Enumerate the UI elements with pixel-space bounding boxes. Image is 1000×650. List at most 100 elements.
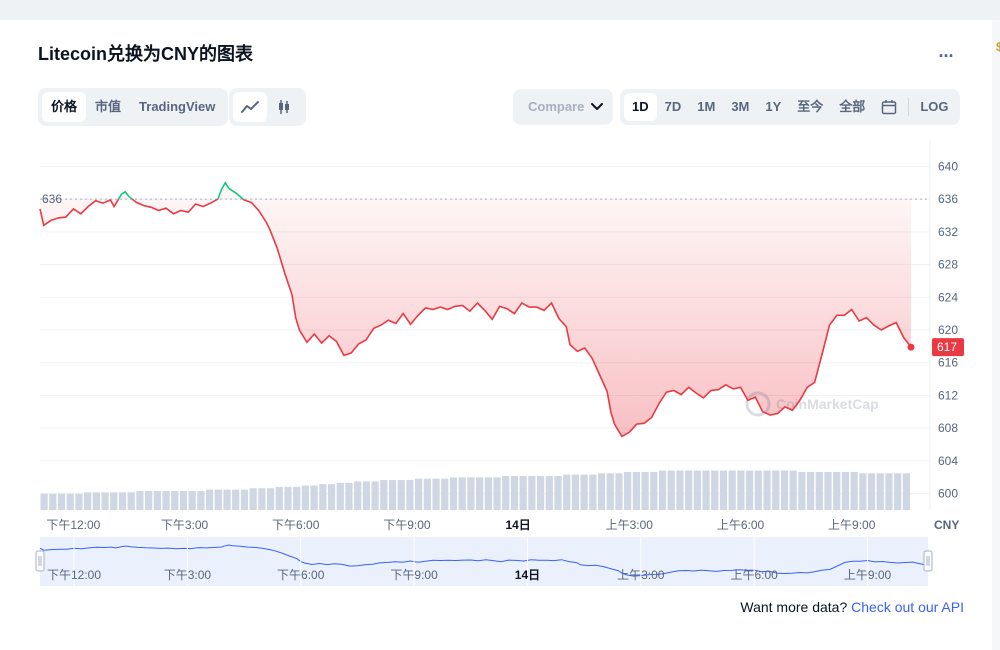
volume-bar [502, 476, 510, 510]
volume-bar [301, 485, 310, 510]
volume-bar [362, 481, 370, 510]
volume-bar [528, 476, 536, 510]
volume-bar [232, 489, 240, 510]
tab-price[interactable]: 价格 [42, 92, 87, 122]
navigator-left-handle[interactable] [35, 550, 45, 572]
volume-bars [40, 470, 910, 510]
volume-bar [327, 484, 336, 510]
range-7d[interactable]: 7D [657, 92, 690, 122]
volume-bar [240, 489, 249, 510]
navigator-tick-label: 下午9:00 [390, 568, 438, 582]
volume-bar [536, 476, 545, 510]
volume-bar [772, 470, 780, 510]
navigator-tick-label: 上午3:00 [617, 568, 665, 582]
volume-bar [223, 489, 231, 510]
volume-bar [667, 470, 675, 510]
volume-bar [162, 490, 170, 510]
navigator-tick-label: 上午6:00 [730, 568, 778, 582]
volume-bar [345, 482, 353, 510]
volume-bar [118, 492, 127, 510]
volume-bar [815, 471, 823, 510]
top-strip [0, 0, 1000, 20]
volume-bar [319, 484, 327, 510]
volume-bar [554, 476, 562, 510]
volume-bar [275, 486, 283, 510]
navigator-tick-label: 下午3:00 [164, 568, 212, 582]
volume-bar [510, 476, 519, 510]
volume-bar [719, 470, 728, 510]
volume-bar [545, 476, 553, 510]
volume-bar [354, 481, 362, 510]
volume-bar [711, 470, 719, 510]
volume-bar [136, 490, 144, 510]
x-tick-label: 下午6:00 [272, 518, 320, 532]
volume-bar [179, 490, 188, 510]
x-tick-label: 上午9:00 [828, 518, 876, 532]
range-1d[interactable]: 1D [624, 93, 657, 121]
range-all[interactable]: 全部 [831, 92, 873, 122]
calendar-icon[interactable] [873, 92, 905, 122]
footer-cta: Want more data? Check out our API [740, 599, 964, 615]
navigator-tick-label: 下午12:00 [47, 568, 101, 582]
volume-bar [249, 488, 257, 510]
volume-bar [153, 490, 161, 510]
navigator-tick-label: 下午6:00 [277, 568, 325, 582]
volume-bar [284, 486, 292, 510]
range-1y[interactable]: 1Y [757, 92, 789, 122]
volume-bar [380, 480, 388, 510]
volume-bar [449, 477, 458, 510]
chart-type-toggle [229, 88, 306, 126]
chart-title: Litecoin兑换为CNY的图表 [38, 44, 254, 64]
tab-tradingview[interactable]: TradingView [130, 92, 224, 122]
volume-bar [658, 470, 667, 510]
more-options-button[interactable]: ... [932, 42, 960, 66]
y-tick-label: 628 [938, 258, 958, 272]
x-tick-label: 下午12:00 [46, 518, 100, 532]
y-tick-label: 632 [938, 225, 958, 239]
x-tick-label: 14日 [505, 518, 530, 532]
volume-bar [702, 470, 710, 510]
volume-bar [92, 492, 100, 510]
volume-bar [902, 473, 910, 510]
x-tick-label: 上午3:00 [606, 518, 654, 532]
y-axis-ticks: 600 604 608 612 616 620 624 628 632 636 640 [938, 159, 958, 500]
volume-bar [49, 493, 57, 510]
tab-market-cap[interactable]: 市值 [86, 92, 130, 122]
volume-bar [458, 477, 466, 510]
volume-bar [754, 470, 762, 510]
volume-bar [197, 490, 205, 510]
volume-bar [101, 492, 109, 510]
volume-bar [737, 470, 745, 510]
handle-grip [35, 550, 45, 572]
volume-bar [406, 480, 414, 510]
volume-bar [205, 489, 214, 510]
volume-bar [397, 480, 405, 510]
volume-bar [563, 474, 571, 510]
price-chart[interactable]: CoinMarketCap 636 617 600604608612616620… [0, 130, 1000, 595]
volume-bar [571, 474, 580, 510]
volume-bar [519, 476, 527, 510]
x-tick-label: 下午3:00 [161, 518, 209, 532]
volume-bar [850, 471, 858, 510]
compare-dropdown[interactable]: Compare [513, 89, 613, 125]
navigator-right-handle[interactable] [923, 550, 933, 572]
range-3m[interactable]: 3M [723, 92, 757, 122]
range-ytd[interactable]: 至今 [789, 92, 831, 122]
range-1m[interactable]: 1M [689, 92, 723, 122]
volume-bar [859, 473, 867, 510]
candlestick-icon[interactable] [267, 92, 301, 122]
line-chart-icon[interactable] [233, 92, 267, 122]
right-edge-mark: $ [996, 40, 1000, 54]
footer-text: Want more data? [740, 599, 848, 615]
y-tick-label: 616 [938, 356, 958, 370]
volume-bar [441, 478, 449, 510]
log-scale-toggle[interactable]: LOG [912, 92, 956, 122]
volume-bar [685, 470, 693, 510]
volume-bar [57, 493, 66, 510]
x-tick-label: 下午9:00 [383, 518, 431, 532]
api-link[interactable]: Check out our API [851, 599, 964, 615]
volume-bar [266, 488, 275, 510]
volume-bar [467, 477, 475, 510]
volume-bar [110, 492, 118, 510]
current-price-tag: 617 [932, 338, 964, 357]
